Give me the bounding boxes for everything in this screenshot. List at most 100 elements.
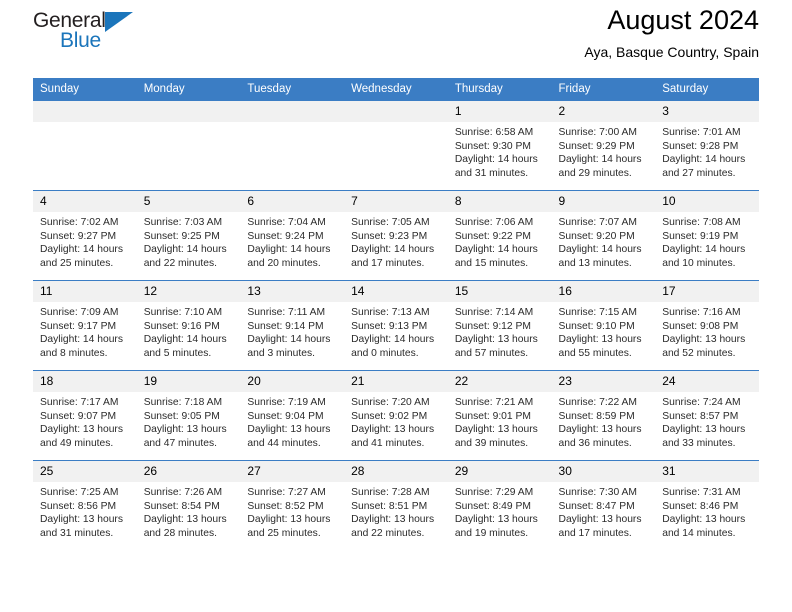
calendar-day-cell[interactable]: 25 Sunrise: 7:25 AM Sunset: 8:56 PM Dayligh…	[33, 460, 137, 551]
calendar-day-cell[interactable]: 29 Sunrise: 7:29 AM Sunset: 8:49 PM Dayligh…	[447, 460, 552, 551]
calendar-day-cell[interactable]: 10 Sunrise: 7:08 AM Sunset: 9:19 PM Dayligh…	[655, 190, 759, 281]
sunrise-text: Sunrise: 7:09 AM	[40, 307, 119, 318]
sunrise-text: Sunrise: 7:13 AM	[351, 307, 430, 318]
sunset-text: Sunset: 9:28 PM	[662, 140, 739, 152]
calendar-day-cell[interactable]: 3 Sunrise: 7:01 AM Sunset: 9:28 PM Daylight…	[655, 100, 759, 191]
sunset-text: Sunset: 9:14 PM	[247, 320, 324, 332]
daylight-text: Daylight: 13 hours and 57 minutes.	[454, 334, 538, 359]
weekday-header-wednesday: Wednesday	[344, 78, 448, 101]
day-number: 21	[344, 371, 448, 392]
sunset-text: Sunset: 8:56 PM	[40, 500, 117, 512]
daylight-text: Daylight: 13 hours and 39 minutes.	[454, 424, 538, 449]
title-block: August 2024 Aya, Basque Country, Spain	[584, 0, 759, 62]
calendar-day-cell[interactable]: 26 Sunrise: 7:26 AM Sunset: 8:54 PM Dayligh…	[136, 460, 241, 551]
calendar-day-cell[interactable]: 28 Sunrise: 7:28 AM Sunset: 8:51 PM Dayligh…	[344, 460, 448, 551]
calendar-day-cell[interactable]: 7 Sunrise: 7:05 AM Sunset: 9:23 PM Daylight…	[344, 190, 448, 281]
sunrise-text: Sunrise: 6:58 AM	[454, 127, 534, 138]
day-number: 24	[655, 371, 759, 392]
calendar-day-cell[interactable]: 15 Sunrise: 7:14 AM Sunset: 9:12 PM Dayligh…	[447, 280, 552, 371]
calendar-page: General Blue August 2024 Aya, Basque Cou…	[0, 0, 792, 612]
sunrise-text: Sunrise: 7:22 AM	[558, 397, 637, 408]
calendar-day-cell[interactable]: 21 Sunrise: 7:20 AM Sunset: 9:02 PM Dayligh…	[344, 370, 448, 461]
day-number: 22	[447, 371, 552, 392]
calendar-day-cell[interactable]: 16 Sunrise: 7:15 AM Sunset: 9:10 PM Dayligh…	[551, 280, 656, 371]
sunset-text: Sunset: 8:57 PM	[662, 410, 739, 422]
day-details: Sunrise: 7:10 AM Sunset: 9:16 PM Daylight:…	[137, 302, 241, 360]
day-number: 17	[655, 281, 759, 302]
day-details: Sunrise: 7:24 AM Sunset: 8:57 PM Daylight:…	[655, 392, 759, 450]
day-number	[136, 101, 241, 122]
day-details: Sunrise: 7:07 AM Sunset: 9:20 PM Daylight:…	[552, 212, 656, 270]
sunrise-text: Sunrise: 7:06 AM	[454, 217, 534, 228]
calendar-day-cell[interactable]: 22 Sunrise: 7:21 AM Sunset: 9:01 PM Dayligh…	[447, 370, 552, 461]
daylight-text: Daylight: 14 hours and 3 minutes.	[247, 334, 331, 359]
logo-text-blue: Blue	[60, 29, 101, 52]
day-number: 18	[33, 371, 137, 392]
calendar-day-cell[interactable]: 8 Sunrise: 7:06 AM Sunset: 9:22 PM Daylight…	[447, 190, 552, 281]
calendar-day-cell[interactable]: 19 Sunrise: 7:18 AM Sunset: 9:05 PM Dayligh…	[136, 370, 241, 461]
sunrise-text: Sunrise: 7:08 AM	[662, 217, 741, 228]
calendar-day-cell[interactable]: 23 Sunrise: 7:22 AM Sunset: 8:59 PM Dayligh…	[551, 370, 656, 461]
day-details: Sunrise: 7:21 AM Sunset: 9:01 PM Daylight:…	[448, 392, 552, 450]
sunset-text: Sunset: 9:16 PM	[143, 320, 220, 332]
day-details: Sunrise: 7:01 AM Sunset: 9:28 PM Daylight:…	[655, 122, 759, 180]
day-details: Sunrise: 7:09 AM Sunset: 9:17 PM Daylight:…	[33, 302, 137, 360]
calendar-day-cell[interactable]: 5 Sunrise: 7:03 AM Sunset: 9:25 PM Daylight…	[136, 190, 241, 281]
day-number: 29	[447, 461, 552, 482]
day-details: Sunrise: 7:06 AM Sunset: 9:22 PM Daylight:…	[448, 212, 552, 270]
calendar-day-cell[interactable]: 6 Sunrise: 7:04 AM Sunset: 9:24 PM Daylight…	[240, 190, 345, 281]
calendar-day-cell[interactable]: 30 Sunrise: 7:30 AM Sunset: 8:47 PM Dayligh…	[551, 460, 656, 551]
sunrise-text: Sunrise: 7:26 AM	[143, 487, 223, 498]
day-number: 19	[136, 371, 241, 392]
sunset-text: Sunset: 8:52 PM	[247, 500, 324, 512]
sunset-text: Sunset: 8:49 PM	[454, 500, 531, 512]
sunrise-text: Sunrise: 7:02 AM	[40, 217, 119, 228]
daylight-text: Daylight: 14 hours and 27 minutes.	[662, 154, 746, 179]
calendar-week-row: 1 Sunrise: 6:58 AM Sunset: 9:30 PM Daylight…	[33, 100, 759, 191]
calendar-week-row: 4 Sunrise: 7:02 AM Sunset: 9:27 PM Daylight…	[33, 190, 759, 281]
daylight-text: Daylight: 13 hours and 31 minutes.	[40, 514, 123, 539]
day-details: Sunrise: 7:18 AM Sunset: 9:05 PM Daylight:…	[137, 392, 241, 450]
calendar-day-cell[interactable]: 13 Sunrise: 7:11 AM Sunset: 9:14 PM Dayligh…	[240, 280, 345, 371]
day-details: Sunrise: 7:11 AM Sunset: 9:14 PM Daylight:…	[240, 302, 344, 360]
sunrise-text: Sunrise: 7:15 AM	[558, 307, 637, 318]
day-number	[344, 101, 448, 122]
calendar-day-cell[interactable]: 1 Sunrise: 6:58 AM Sunset: 9:30 PM Daylight…	[447, 100, 552, 191]
calendar-day-cell[interactable]: 31 Sunrise: 7:31 AM Sunset: 8:46 PM Dayligh…	[655, 460, 759, 551]
calendar-day-cell[interactable]: 20 Sunrise: 7:19 AM Sunset: 9:04 PM Dayligh…	[240, 370, 345, 461]
calendar-day-cell[interactable]: 2 Sunrise: 7:00 AM Sunset: 9:29 PM Daylight…	[551, 100, 656, 191]
daylight-text: Daylight: 13 hours and 52 minutes.	[662, 334, 746, 359]
calendar-day-cell-empty	[344, 100, 448, 191]
daylight-text: Daylight: 13 hours and 33 minutes.	[662, 424, 746, 449]
daylight-text: Daylight: 13 hours and 17 minutes.	[558, 514, 642, 539]
daylight-text: Daylight: 13 hours and 28 minutes.	[143, 514, 227, 539]
calendar-day-cell[interactable]: 24 Sunrise: 7:24 AM Sunset: 8:57 PM Dayligh…	[655, 370, 759, 461]
sunset-text: Sunset: 9:19 PM	[662, 230, 739, 242]
day-details: Sunrise: 7:26 AM Sunset: 8:54 PM Daylight:…	[137, 482, 241, 540]
sunrise-text: Sunrise: 7:30 AM	[558, 487, 637, 498]
day-details: Sunrise: 7:19 AM Sunset: 9:04 PM Daylight:…	[240, 392, 344, 450]
day-number: 7	[344, 191, 448, 212]
calendar-day-cell[interactable]: 4 Sunrise: 7:02 AM Sunset: 9:27 PM Daylight…	[33, 190, 137, 281]
day-details: Sunrise: 7:29 AM Sunset: 8:49 PM Daylight:…	[448, 482, 552, 540]
weekday-header-tuesday: Tuesday	[240, 78, 345, 101]
sunrise-text: Sunrise: 7:25 AM	[40, 487, 119, 498]
sunrise-text: Sunrise: 7:17 AM	[40, 397, 119, 408]
calendar-day-cell[interactable]: 17 Sunrise: 7:16 AM Sunset: 9:08 PM Dayligh…	[655, 280, 759, 371]
day-number: 26	[136, 461, 241, 482]
daylight-text: Daylight: 14 hours and 29 minutes.	[558, 154, 642, 179]
calendar-grid: Sunday Monday Tuesday Wednesday Thursday…	[33, 78, 759, 551]
calendar-day-cell[interactable]: 27 Sunrise: 7:27 AM Sunset: 8:52 PM Dayligh…	[240, 460, 345, 551]
calendar-day-cell[interactable]: 14 Sunrise: 7:13 AM Sunset: 9:13 PM Dayligh…	[344, 280, 448, 371]
calendar-day-cell[interactable]: 11 Sunrise: 7:09 AM Sunset: 9:17 PM Dayligh…	[33, 280, 137, 371]
calendar-day-cell[interactable]: 12 Sunrise: 7:10 AM Sunset: 9:16 PM Dayligh…	[136, 280, 241, 371]
sunrise-text: Sunrise: 7:04 AM	[247, 217, 326, 228]
daylight-text: Daylight: 14 hours and 8 minutes.	[40, 334, 123, 359]
sunset-text: Sunset: 8:54 PM	[143, 500, 220, 512]
day-number: 5	[136, 191, 241, 212]
day-number: 11	[33, 281, 137, 302]
calendar-day-cell[interactable]: 18 Sunrise: 7:17 AM Sunset: 9:07 PM Dayligh…	[33, 370, 137, 461]
calendar-day-cell[interactable]: 9 Sunrise: 7:07 AM Sunset: 9:20 PM Daylight…	[551, 190, 656, 281]
daylight-text: Daylight: 14 hours and 31 minutes.	[454, 154, 538, 179]
day-details: Sunrise: 7:02 AM Sunset: 9:27 PM Daylight:…	[33, 212, 137, 270]
